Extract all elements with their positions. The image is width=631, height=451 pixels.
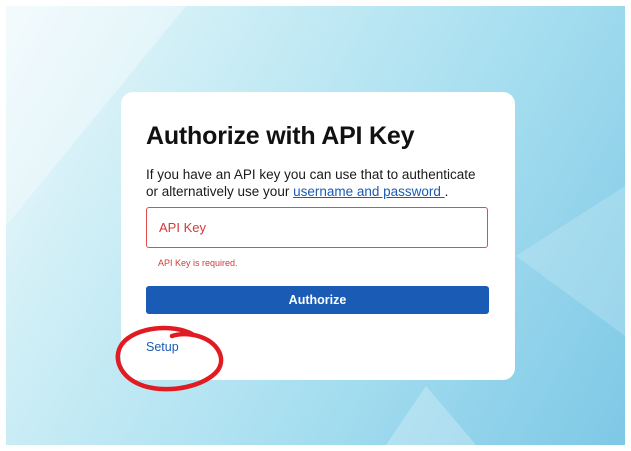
setup-link[interactable]: Setup — [146, 340, 179, 354]
api-key-field-wrapper — [146, 207, 488, 248]
description-end: . — [444, 184, 449, 199]
api-key-error: API Key is required. — [158, 258, 238, 268]
api-key-input[interactable] — [147, 208, 487, 247]
auth-card: Authorize with API Key If you have an AP… — [121, 92, 515, 380]
page-title: Authorize with API Key — [146, 122, 415, 150]
page-background: Authorize with API Key If you have an AP… — [6, 6, 625, 445]
username-password-link[interactable]: username and password — [293, 184, 445, 199]
authorize-button[interactable]: Authorize — [146, 286, 489, 314]
auth-description: If you have an API key you can use that … — [146, 166, 486, 200]
